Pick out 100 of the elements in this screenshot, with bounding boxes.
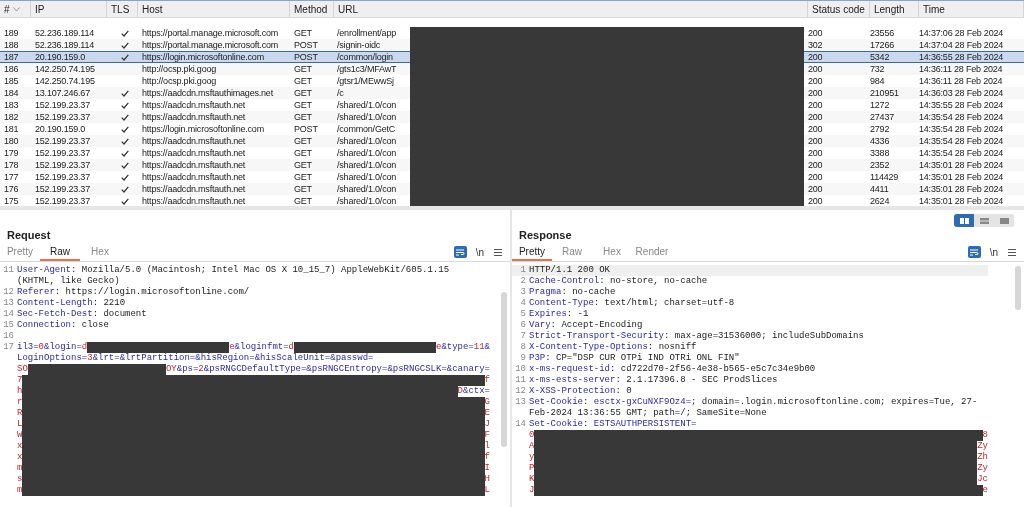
table-cell: 177 [4, 171, 19, 182]
table-cell: GET [294, 75, 312, 86]
line-number: 11 [2, 265, 15, 277]
code-text: Zy [977, 441, 988, 452]
editor-tab[interactable]: Hex [80, 243, 120, 261]
table-cell: 200 [808, 51, 823, 62]
table-cell: 14:35:54 28 Feb 2024 [919, 123, 1004, 134]
table-cell: https://aadcdn.msftauth.net [142, 159, 246, 170]
table-cell: /shared/1.0/con [337, 136, 397, 146]
request-row[interactable]: 200 732 14:36:11 28 Feb 2024 [804, 63, 1024, 75]
table-cell: GET [294, 63, 312, 74]
code-line: Strict-Transport-Security: max-age=31536000; includeSubDomains [529, 331, 865, 342]
column-header[interactable]: # [0, 1, 31, 17]
table-cell: GET [294, 159, 312, 170]
menu-icon[interactable] [1008, 248, 1016, 256]
request-row[interactable]: 200 4411 14:35:01 28 Feb 2024 [804, 183, 1024, 195]
request-row[interactable]: 180 152.199.23.37 https://aadcdn.msftauth.net GET /shared/1.0/con [0, 135, 410, 147]
wrap-button[interactable] [967, 246, 981, 258]
editor-tab[interactable]: Pretty [0, 243, 40, 261]
table-cell: /c [337, 88, 344, 98]
column-header[interactable]: URL [334, 1, 808, 17]
table-cell: 178 [4, 159, 19, 170]
wrap-button[interactable] [453, 246, 467, 258]
column-header[interactable]: Time [919, 1, 1024, 17]
code-line: X-XSS-Protection: 0 [529, 386, 633, 397]
request-row[interactable]: 184 13.107.246.67 https://aadcdn.msftauthimages.net GET /c [0, 87, 410, 99]
layout-button[interactable] [954, 214, 974, 227]
pane-title: Response [518, 228, 573, 243]
request-row[interactable]: 186 142.250.74.195 http://ocsp.pki.goog GET /gts1c3/MFAwT [0, 63, 410, 75]
editor-tab[interactable]: Hex [592, 243, 632, 261]
scrollbar-thumb[interactable] [501, 292, 507, 447]
code-text: J [529, 485, 535, 496]
table-cell: 200 [808, 147, 823, 158]
table-cell: 14:35:54 28 Feb 2024 [919, 111, 1004, 122]
request-row[interactable]: 178 152.199.23.37 https://aadcdn.msftauth.net GET /shared/1.0/con [0, 159, 410, 171]
code-text: G [484, 397, 490, 408]
table-cell: 200 [808, 27, 823, 38]
table-cell: /shared/1.0/con [337, 148, 397, 158]
table-cell: 14:35:55 28 Feb 2024 [919, 99, 1004, 110]
code-line: Sec-Fetch-Dest: document [17, 309, 148, 320]
table-cell: 14:36:11 28 Feb 2024 [919, 63, 1003, 74]
newline-button[interactable]: \n [989, 244, 998, 260]
code-text: E [484, 408, 490, 419]
table-cell: 5342 [870, 51, 890, 62]
code-text: J [484, 419, 490, 430]
scrollbar-thumb[interactable] [1015, 266, 1021, 310]
table-cell: 984 [870, 75, 885, 86]
editor-tab[interactable]: Raw [552, 243, 592, 261]
table-cell: GET [294, 183, 312, 194]
request-row[interactable]: 302 17266 14:37:04 28 Feb 2024 [804, 39, 1024, 51]
code-text: R [17, 408, 23, 419]
table-cell: 14:36:11 28 Feb 2024 [919, 75, 1003, 86]
editor-tab[interactable]: Raw [40, 243, 80, 261]
table-cell: 4336 [870, 135, 890, 146]
column-header[interactable]: TLS [107, 1, 138, 17]
table-cell: GET [294, 147, 312, 158]
column-header[interactable]: Method [290, 1, 334, 17]
column-header[interactable]: Status code [808, 1, 870, 17]
column-header[interactable]: Length [870, 1, 919, 17]
code-line: x-ms-ests-server: 2.1.17396.8 - SEC ProdSlices [529, 375, 779, 386]
column-header[interactable]: IP [31, 1, 107, 17]
table-cell: 14:35:01 28 Feb 2024 [919, 183, 1004, 194]
code-text: l [484, 441, 490, 452]
request-row[interactable]: 188 52.236.189.114 https://portal.manage.microsoft.com POST /signin-oidc [0, 39, 410, 51]
menu-icon[interactable] [494, 248, 502, 256]
table-cell: 14:35:01 28 Feb 2024 [919, 171, 1004, 182]
table-cell: 152.199.23.37 [35, 99, 90, 110]
request-row[interactable]: 200 4336 14:35:54 28 Feb 2024 [804, 135, 1024, 147]
request-row[interactable]: 187 20.190.159.0 https://login.microsoftonline.com POST /common/login [0, 51, 410, 63]
table-cell: /shared/1.0/con [337, 160, 397, 170]
request-row[interactable]: 176 152.199.23.37 https://aadcdn.msftauth.net GET /shared/1.0/con [0, 183, 410, 195]
line-number: 14 [2, 309, 15, 320]
editor-tab[interactable]: Render [632, 243, 672, 261]
code-text: L [17, 419, 23, 430]
code-text: H [484, 474, 490, 485]
request-row[interactable]: 200 5342 14:36:55 28 Feb 2024 [804, 51, 1024, 63]
code-text: y [529, 452, 535, 463]
table-cell: 200 [808, 135, 823, 146]
request-row[interactable]: 182 152.199.23.37 https://aadcdn.msftauth.net GET /shared/1.0/con [0, 111, 410, 123]
table-cell: https://aadcdn.msftauth.net [142, 99, 246, 110]
table-cell: http://ocsp.pki.goog [142, 63, 217, 74]
code-line: User-Agent: Mozilla/5.0 (Macintosh; Intel Mac OS X 10_15_7) AppleWebKit/605.1.15 (KHTML, like Gecko) [17, 265, 451, 287]
table-cell: 14:35:54 28 Feb 2024 [919, 135, 1004, 146]
column-header[interactable]: Host [138, 1, 290, 17]
newline-button[interactable]: \n [475, 244, 484, 260]
table-cell: 183 [4, 99, 19, 110]
line-number: 7 [519, 331, 527, 342]
table-cell: https://aadcdn.msftauthimages.net [142, 87, 273, 98]
table-cell: /common/GetC [337, 124, 396, 134]
request-row[interactable]: 200 210951 14:36:03 28 Feb 2024 [804, 87, 1024, 99]
table-cell: 176 [4, 183, 19, 194]
table-cell: 210951 [870, 87, 899, 98]
request-row[interactable]: 200 27437 14:35:54 28 Feb 2024 [804, 111, 1024, 123]
code-text: 7 [17, 375, 23, 386]
table-cell: 152.199.23.37 [35, 135, 90, 146]
code-line: x-ms-request-id: cd722d70-2f56-4e38-b565-e5c7c34e9b00 [529, 364, 817, 375]
code-line: Connection: close [17, 320, 110, 331]
editor-tab[interactable]: Pretty [512, 243, 552, 261]
code-text: F [484, 430, 490, 441]
request-row[interactable]: 200 2352 14:35:01 28 Feb 2024 [804, 159, 1024, 171]
